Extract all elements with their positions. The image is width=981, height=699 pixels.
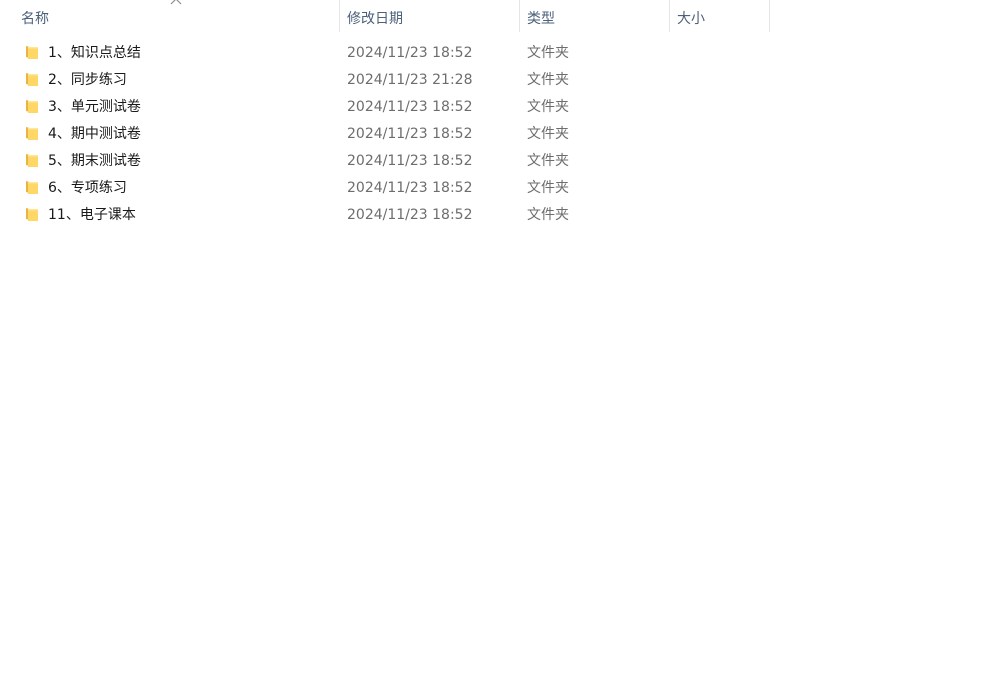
column-header-type-label: 类型 — [527, 11, 555, 27]
column-divider[interactable] — [769, 0, 770, 32]
file-type: 文件夹 — [527, 207, 569, 223]
file-row[interactable]: 4、期中测试卷 2024/11/23 18:52 文件夹 — [0, 121, 981, 148]
file-name: 11、电子课本 — [48, 207, 136, 223]
file-row[interactable]: 1、知识点总结 2024/11/23 18:52 文件夹 — [0, 40, 981, 67]
file-date-modified: 2024/11/23 18:52 — [347, 126, 473, 142]
folder-icon — [26, 46, 38, 59]
folder-icon — [26, 73, 38, 86]
file-name: 1、知识点总结 — [48, 45, 141, 61]
file-row[interactable]: 5、期末测试卷 2024/11/23 18:52 文件夹 — [0, 148, 981, 175]
column-header-size-label: 大小 — [677, 11, 705, 27]
file-name: 6、专项练习 — [48, 180, 127, 196]
file-type: 文件夹 — [527, 45, 569, 61]
column-header-name[interactable]: 名称 — [0, 0, 340, 32]
column-header-type[interactable]: 类型 — [520, 0, 670, 32]
file-type: 文件夹 — [527, 72, 569, 88]
file-row[interactable]: 2、同步练习 2024/11/23 21:28 文件夹 — [0, 67, 981, 94]
file-date-modified: 2024/11/23 18:52 — [347, 180, 473, 196]
file-list: 1、知识点总结 2024/11/23 18:52 文件夹 2、同步练习 2024… — [0, 40, 981, 229]
folder-icon — [26, 127, 38, 140]
file-date-modified: 2024/11/23 18:52 — [347, 45, 473, 61]
file-date-modified: 2024/11/23 21:28 — [347, 72, 473, 88]
file-date-modified: 2024/11/23 18:52 — [347, 207, 473, 223]
file-type: 文件夹 — [527, 99, 569, 115]
file-name: 4、期中测试卷 — [48, 126, 141, 142]
chevron-up-icon — [170, 0, 182, 5]
file-type: 文件夹 — [527, 180, 569, 196]
file-type: 文件夹 — [527, 126, 569, 142]
file-date-modified: 2024/11/23 18:52 — [347, 153, 473, 169]
file-row[interactable]: 6、专项练习 2024/11/23 18:52 文件夹 — [0, 175, 981, 202]
column-header-name-label: 名称 — [21, 11, 49, 27]
file-row[interactable]: 3、单元测试卷 2024/11/23 18:52 文件夹 — [0, 94, 981, 121]
column-header-size[interactable]: 大小 — [670, 0, 770, 32]
folder-icon — [26, 154, 38, 167]
column-header-row: 名称 修改日期 类型 大小 — [0, 0, 981, 32]
column-header-date-modified[interactable]: 修改日期 — [340, 0, 520, 32]
file-explorer-details-view: 名称 修改日期 类型 大小 1、知识点总结 2024/11/23 18:52 文… — [0, 0, 981, 699]
file-date-modified: 2024/11/23 18:52 — [347, 99, 473, 115]
folder-icon — [26, 208, 38, 221]
folder-icon — [26, 181, 38, 194]
file-name: 5、期末测试卷 — [48, 153, 141, 169]
folder-icon — [26, 100, 38, 113]
file-row[interactable]: 11、电子课本 2024/11/23 18:52 文件夹 — [0, 202, 981, 229]
file-name: 3、单元测试卷 — [48, 99, 141, 115]
column-header-date-label: 修改日期 — [347, 11, 403, 27]
file-type: 文件夹 — [527, 153, 569, 169]
file-name: 2、同步练习 — [48, 72, 127, 88]
